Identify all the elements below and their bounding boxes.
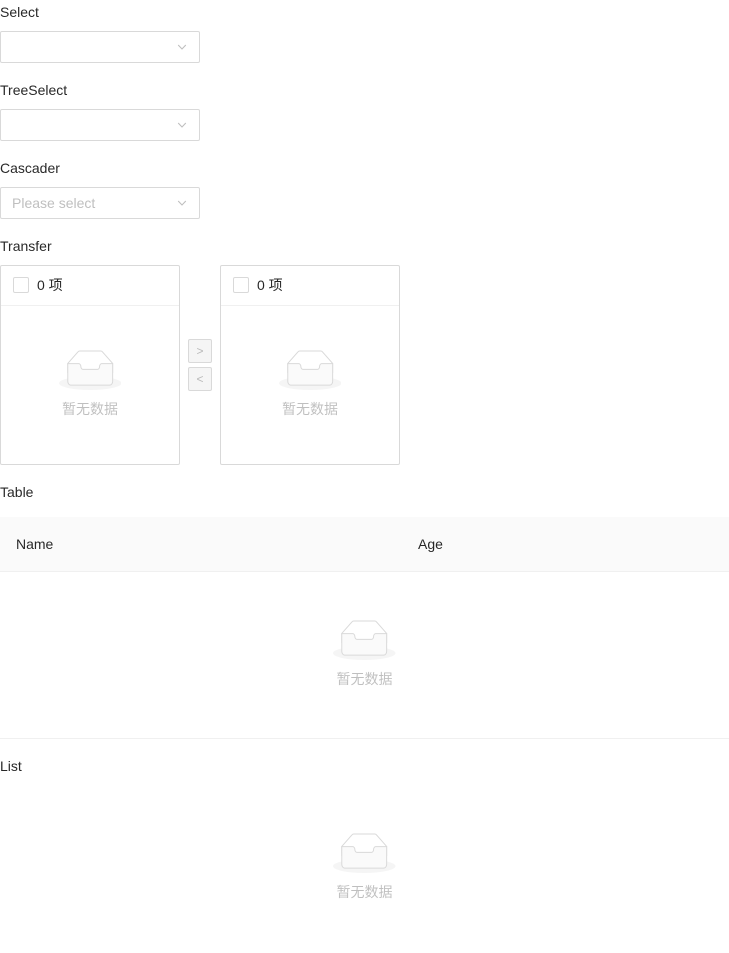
empty-text: 暂无数据 [282, 401, 338, 417]
select-input[interactable] [0, 31, 200, 63]
empty-inbox-icon [333, 833, 396, 873]
table-label: Table [0, 484, 34, 500]
table-header-name: Name [0, 517, 402, 572]
empty-text: 暂无数据 [336, 884, 393, 900]
tree-select-input[interactable] [0, 109, 200, 141]
empty-state: 暂无数据 [58, 350, 122, 420]
empty-state: 暂无数据 [16, 620, 713, 690]
transfer-label: Transfer [0, 238, 52, 254]
data-list: 暂无数据 [0, 785, 729, 951]
transfer-target-count: 0 项 [257, 277, 283, 293]
transfer-target-panel: 0 项 暂无数据 [220, 265, 400, 465]
move-right-button[interactable]: > [188, 339, 212, 363]
empty-inbox-icon [58, 350, 122, 390]
cascader-label: Cascader [0, 160, 60, 176]
empty-inbox-icon [278, 350, 342, 390]
transfer-source-select-all-checkbox[interactable] [13, 277, 29, 293]
empty-text: 暂无数据 [62, 401, 118, 417]
data-table: Name Age 暂无数据 [0, 517, 729, 739]
list-label: List [0, 758, 22, 774]
table-header-row: Name Age [0, 517, 729, 572]
empty-state: 暂无数据 [278, 350, 342, 420]
chevron-down-icon [176, 197, 188, 209]
chevron-down-icon [176, 41, 188, 53]
transfer-operations: > < [188, 339, 212, 391]
transfer-source-count: 0 项 [37, 277, 63, 293]
table-placeholder-row: 暂无数据 [0, 572, 729, 739]
empty-state: 暂无数据 [333, 833, 396, 903]
transfer-target-header: 0 项 [221, 266, 399, 306]
table-header-age: Age [402, 517, 729, 572]
tree-select-label: TreeSelect [0, 82, 68, 98]
transfer-source-body: 暂无数据 [1, 306, 179, 464]
transfer-target-select-all-checkbox[interactable] [233, 277, 249, 293]
empty-inbox-icon [333, 620, 396, 660]
cascader-placeholder: Please select [12, 195, 96, 211]
empty-text: 暂无数据 [336, 671, 393, 687]
chevron-down-icon [176, 119, 188, 131]
chevron-left-icon: < [196, 372, 204, 386]
chevron-right-icon: > [196, 344, 204, 358]
transfer-target-body: 暂无数据 [221, 306, 399, 464]
cascader-input[interactable]: Please select [0, 187, 200, 219]
move-left-button[interactable]: < [188, 367, 212, 391]
table-empty-cell: 暂无数据 [0, 572, 729, 739]
transfer-source-header: 0 项 [1, 266, 179, 306]
select-label: Select [0, 4, 39, 20]
transfer-source-panel: 0 项 暂无数据 [0, 265, 180, 465]
transfer: 0 项 暂无数据 > < 0 项 暂无数据 [0, 265, 729, 465]
